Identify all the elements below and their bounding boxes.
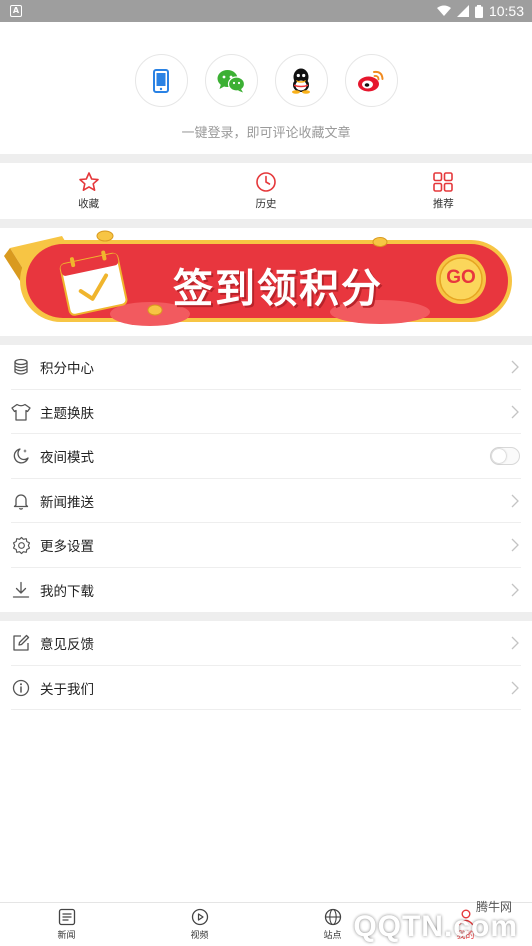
grid-icon <box>433 172 454 192</box>
checkin-banner[interactable]: 签到领积分 GO <box>0 228 532 336</box>
banner-go-button[interactable]: GO <box>440 267 482 289</box>
menu-label: 夜间模式 <box>40 450 94 467</box>
chevron-right-icon <box>511 360 519 374</box>
login-hint: 一键登录，即可评论收藏文章 <box>181 126 351 141</box>
history-label: 历史 <box>255 198 277 210</box>
menu-news-push[interactable]: 新闻推送 <box>0 479 532 524</box>
news-icon <box>58 908 75 926</box>
menu-label: 我的下载 <box>40 583 94 600</box>
status-time: 10:53 <box>488 3 524 19</box>
moon-icon <box>13 448 29 464</box>
wechat-login-button[interactable] <box>204 54 258 107</box>
bell-icon <box>13 494 29 510</box>
nav-news[interactable]: 新闻 <box>0 903 133 946</box>
watermark: 腾牛网 QQTN.com <box>326 896 526 944</box>
info-icon <box>12 679 30 696</box>
favorites-button[interactable]: 收藏 <box>0 163 177 219</box>
night-mode-toggle[interactable] <box>490 447 520 466</box>
phone-login-button[interactable] <box>134 54 188 107</box>
chevron-right-icon <box>511 538 519 552</box>
menu-label: 关于我们 <box>40 681 94 698</box>
star-icon <box>78 172 99 191</box>
clock-icon <box>256 172 276 192</box>
menu-points-center[interactable]: 积分中心 <box>0 345 532 390</box>
app-notification-icon: A <box>10 5 22 17</box>
login-area: 一键登录，即可评论收藏文章 <box>0 22 532 154</box>
watermark-brand: QQTN.com <box>353 910 518 943</box>
nav-video[interactable]: 视频 <box>133 903 266 946</box>
qq-login-button[interactable] <box>274 54 328 107</box>
video-icon <box>191 908 208 926</box>
qq-icon <box>292 68 310 94</box>
toggle-knob <box>492 449 506 464</box>
download-icon <box>12 581 30 598</box>
battery-icon <box>474 4 483 18</box>
menu-label: 更多设置 <box>40 539 94 556</box>
about-menu: 意见反馈 关于我们 <box>0 621 532 710</box>
chevron-right-icon <box>511 494 519 508</box>
menu-label: 积分中心 <box>40 361 94 378</box>
menu-about-us[interactable]: 关于我们 <box>0 666 532 711</box>
shirt-icon <box>11 403 31 421</box>
nav-label: 视频 <box>190 931 209 941</box>
menu-night-mode: 夜间模式 <box>0 434 532 479</box>
menu-label: 意见反馈 <box>40 637 94 654</box>
menu-label: 新闻推送 <box>40 494 94 511</box>
coins-icon <box>14 359 28 375</box>
chevron-right-icon <box>511 583 519 597</box>
history-button[interactable]: 历史 <box>177 163 354 219</box>
recommend-label: 推荐 <box>432 198 454 210</box>
chevron-right-icon <box>511 405 519 419</box>
quick-actions: 收藏 历史 推荐 <box>0 163 532 219</box>
phone-icon <box>153 68 169 93</box>
nav-label: 新闻 <box>57 931 76 941</box>
weibo-icon <box>358 70 384 91</box>
favorites-label: 收藏 <box>78 198 100 210</box>
weibo-login-button[interactable] <box>344 54 398 107</box>
status-bar: A 10:53 <box>0 0 532 22</box>
menu-label: 主题换肤 <box>40 405 94 422</box>
signal-icon <box>456 5 469 17</box>
wifi-icon <box>436 5 451 16</box>
section-divider <box>0 219 532 228</box>
section-divider <box>0 612 532 621</box>
gear-icon <box>12 536 30 554</box>
section-divider <box>0 336 532 345</box>
chevron-right-icon <box>511 681 519 695</box>
section-divider <box>0 154 532 163</box>
chevron-right-icon <box>511 636 519 650</box>
settings-menu: 积分中心 主题换肤 夜间模式 新闻推送 更多设置 我的下载 <box>0 345 532 612</box>
banner-title: 签到领积分 <box>173 266 383 312</box>
menu-feedback[interactable]: 意见反馈 <box>0 621 532 666</box>
menu-more-settings[interactable]: 更多设置 <box>0 523 532 568</box>
edit-icon <box>13 635 30 651</box>
recommend-button[interactable]: 推荐 <box>355 163 532 219</box>
menu-theme-skin[interactable]: 主题换肤 <box>0 390 532 435</box>
menu-my-downloads[interactable]: 我的下载 <box>0 568 532 613</box>
wechat-icon <box>217 69 245 92</box>
